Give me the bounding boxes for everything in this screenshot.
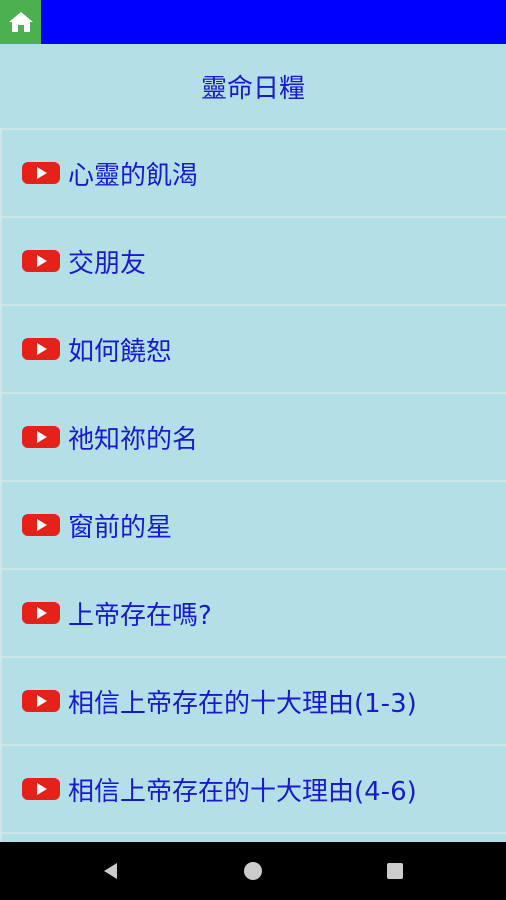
list-item-label: 上帝存在嗎? — [68, 600, 212, 631]
back-button[interactable] — [40, 842, 182, 900]
youtube-icon — [22, 162, 60, 184]
youtube-icon — [22, 778, 60, 800]
home-icon — [8, 12, 33, 32]
list-item[interactable]: 窗前的星 — [0, 480, 506, 568]
youtube-icon — [22, 338, 60, 360]
page-title: 靈命日糧 — [200, 73, 305, 104]
list-item-label: 窗前的星 — [68, 512, 173, 543]
list-item[interactable]: 上帝存在嗎? — [0, 568, 506, 656]
youtube-icon — [22, 426, 60, 448]
list-item[interactable]: 交朋友 — [0, 216, 506, 304]
list-item-label: 交朋友 — [68, 248, 147, 279]
list-item-partial[interactable] — [0, 832, 506, 842]
list-item[interactable]: 如何饒恕 — [0, 304, 506, 392]
list-item-label: 相信上帝存在的十大理由(4-6) — [68, 776, 417, 807]
top-bar — [0, 0, 506, 44]
home-circle-icon — [244, 862, 262, 880]
system-nav-bar — [0, 842, 506, 900]
list-item-label: 心靈的飢渴 — [68, 160, 199, 191]
youtube-icon — [22, 514, 60, 536]
list-item-label: 祂知祢的名 — [68, 424, 199, 455]
home-button[interactable] — [0, 0, 41, 44]
youtube-icon — [22, 690, 60, 712]
video-list: 心靈的飢渴 交朋友 如何饒恕 祂知祢的名 窗前的星 上帝存在嗎? 相信上帝存在的… — [0, 128, 506, 842]
list-item[interactable]: 相信上帝存在的十大理由(1-3) — [0, 656, 506, 744]
recents-button[interactable] — [324, 842, 466, 900]
back-icon — [104, 863, 117, 879]
youtube-icon — [22, 602, 60, 624]
home-nav-button[interactable] — [182, 842, 324, 900]
list-item[interactable]: 心靈的飢渴 — [0, 128, 506, 216]
list-item-label: 相信上帝存在的十大理由(1-3) — [68, 688, 417, 719]
youtube-icon — [22, 250, 60, 272]
list-item[interactable]: 祂知祢的名 — [0, 392, 506, 480]
recents-icon — [387, 863, 403, 879]
list-item[interactable]: 相信上帝存在的十大理由(4-6) — [0, 744, 506, 832]
list-item-label: 如何饒恕 — [68, 336, 173, 367]
